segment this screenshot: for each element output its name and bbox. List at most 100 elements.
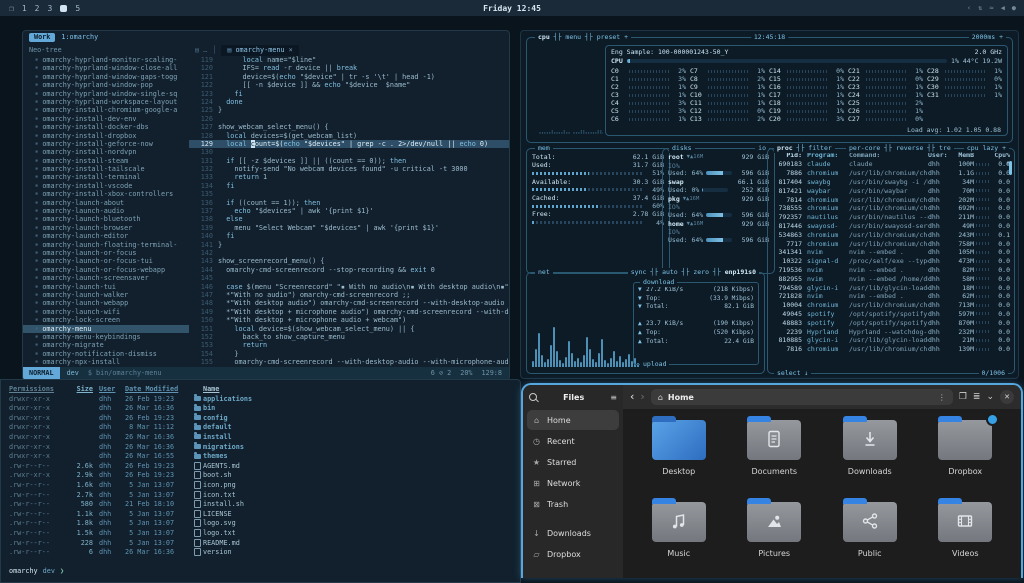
file-row[interactable]: drwxr-xr-xdhh26 Mar 16:36bin [9,404,520,414]
updates-icon[interactable]: ⇅ [978,4,982,12]
tree-item[interactable]: ▪omarchy-install-terminal [23,173,189,181]
disk-io-label[interactable]: IO% [668,228,769,235]
buffer-close-icon[interactable]: × [289,46,293,54]
sidebar-item-recent[interactable]: ◷Recent [527,431,619,451]
new-folder-button[interactable]: ❐ [959,392,967,402]
code-line[interactable]: 135 [189,190,509,198]
file-row[interactable]: .rw-r--r--1.6kdhh 5 Jan 13:07icon.png [9,481,520,491]
core-column[interactable]: C140%C151%C161%C171%C181%C191%C203% [769,67,844,123]
net-graph-bar[interactable] [565,357,567,367]
net-graph-bar[interactable] [628,354,630,367]
proc-row[interactable]: 7816chromium/usr/lib/chromium/chrodhh139… [768,345,1014,354]
core-row[interactable]: C101% [690,91,765,99]
tree-item[interactable]: ▪omarchy-install-geforce-now [23,140,189,148]
proc-row[interactable]: 817404swaybg/usr/bin/swaybg -i /hodhh34M… [768,178,1014,187]
folder-item-desktop[interactable]: Desktop [631,415,727,497]
code-line[interactable]: 122 [[ -n $device ]] && echo "$device $n… [189,81,509,89]
forward-button[interactable]: › [640,392,644,402]
net-stat-line[interactable]: ▼Top:(33.9 Mibps) [638,295,754,304]
core-column[interactable]: C02%C13%C21%C31%C43%C53%C61% [611,67,686,123]
proc-row[interactable]: 810885glycin-i/usr/lib/glycin-loaderdhh2… [768,336,1014,345]
code-line[interactable]: 137 echo "$devices" | awk '{print $1}' [189,207,509,215]
disk-used-row[interactable]: Used: 64%596 GiB [668,169,769,178]
code-line[interactable]: 128 local devices=$(get_webcam_list) [189,132,509,140]
proc-row[interactable]: 817446swayosd-/usr/bin/swayosd-servedhh4… [768,222,1014,231]
core-column[interactable]: C71%C82%C91%C101%C111%C120%C132% [690,67,765,123]
core-row[interactable]: C290% [927,75,1002,83]
tree-item[interactable]: ▪omarchy-launch-walker [23,291,189,299]
file-row[interactable]: .rw-r--r--580dhh21 Feb 18:10install.sh [9,500,520,510]
disk-name-row[interactable]: swap66.1 GiB [668,178,769,187]
file-row[interactable]: .rw-r--r--1.5kdhh 5 Jan 13:07logo.txt [9,529,520,539]
tree-item[interactable]: ▪omarchy-launch-about [23,199,189,207]
wifi-icon[interactable]: ≈ [989,4,993,12]
net-graph-bar[interactable] [568,341,570,367]
mem-stat[interactable]: Available:30.3 GiB [532,178,664,186]
column-header[interactable]: Name [203,385,219,395]
code-line[interactable]: 119 local name="$line" [189,56,509,64]
tree-item[interactable]: ▪omarchy-launch-floating-terminal- [23,241,189,249]
code-line[interactable]: 139 menu "Select Webcam" "$devices" | aw… [189,224,509,232]
disk-name-row[interactable]: home▼▲16M929 GiB [668,219,769,228]
tree-item[interactable]: ▪omarchy-launch-editor [23,232,189,240]
core-row[interactable]: C31% [611,91,686,99]
sidebar-item-home[interactable]: ⌂Home [527,410,619,430]
tree-item[interactable]: ▪omarchy-migrate [23,341,189,349]
file-row[interactable]: .rw-r--r--2.7kdhh 5 Jan 13:07icon.txt [9,491,520,501]
mem-meter[interactable]: 51% [532,169,664,177]
proc-row[interactable]: 48883spotify/opt/spotify/spotifydhh870M0… [768,318,1014,327]
net-graph-bar[interactable] [601,339,603,367]
core-row[interactable]: C220% [848,75,923,83]
tree-item[interactable]: ▪omarchy-menu-keybindings [23,333,189,341]
core-row[interactable]: C120% [690,107,765,115]
net-graph-bar[interactable] [592,359,594,367]
chevron-left-icon[interactable]: ‹ [967,4,971,12]
view-list-button[interactable]: ≣ [973,392,981,402]
folder-item-downloads[interactable]: Downloads [822,415,918,497]
tree-item[interactable]: ▪omarchy-launch-wifi [23,308,189,316]
close-button[interactable]: ✕ [1000,390,1014,404]
disk-used-row[interactable]: Used: 64%596 GiB [668,211,769,220]
code-line[interactable]: 143show_screenrecord_menu() { [189,257,509,265]
tree-item[interactable]: ▪omarchy-install-xbox-controllers [23,190,189,198]
core-row[interactable]: C61% [611,115,686,123]
tree-item[interactable]: ▪omarchy-launch-webapp [23,299,189,307]
column-header[interactable]: Date Modified [125,385,203,395]
tree-item[interactable]: ▪omarchy-npx-install [23,358,189,366]
core-row[interactable]: C171% [769,91,844,99]
file-row[interactable]: drwxr-xr-xdhh26 Feb 19:23config [9,414,520,424]
core-row[interactable]: C111% [690,99,765,107]
buffer-tab[interactable]: ▤ omarchy-menu × [221,45,298,56]
code-line[interactable]: 142 [189,249,509,257]
net-graph-bar[interactable] [625,359,627,367]
tree-item[interactable]: ▪omarchy-install-docker-dbs [23,123,189,131]
core-row[interactable]: C71% [690,67,765,75]
core-row[interactable]: C82% [690,75,765,83]
net-graph-bar[interactable] [604,360,606,367]
tree-item[interactable]: ▪omarchy-launch-audio [23,207,189,215]
code-line[interactable]: 150 *"With desktop + microphone audio + … [189,316,509,324]
column-header[interactable]: Permissions [9,385,67,395]
mem-meter[interactable]: 4% [532,219,664,227]
mem-stat[interactable]: Used:31.7 GiB [532,161,664,169]
proc-row[interactable]: 7886chromium/usr/lib/chromium/chrodhh1.1… [768,169,1014,178]
proc-row[interactable]: 792357nautilus/usr/bin/nautilus --nedhh2… [768,213,1014,222]
code-line[interactable]: 124 done [189,98,509,106]
net-graph-bar[interactable] [613,351,615,367]
search-icon[interactable] [529,393,537,401]
tree-item[interactable]: ▪omarchy-install-dev-env [23,115,189,123]
shell-prompt[interactable]: omarchy dev ❯ [9,567,520,577]
core-row[interactable]: C203% [769,115,844,123]
core-row[interactable]: C252% [848,99,923,107]
sidebar-item-downloads[interactable]: ↓Downloads [527,523,619,543]
core-row[interactable]: C231% [848,83,923,91]
tree-item[interactable]: ▪omarchy-install-dropbox [23,132,189,140]
code-line[interactable]: 141} [189,241,509,249]
tree-item[interactable]: ▪omarchy-install-nordvpn [23,148,189,156]
proc-row[interactable]: 49045spotify/opt/spotify/spotify -dhh597… [768,310,1014,319]
core-row[interactable]: C270% [848,115,923,123]
power-icon[interactable]: ● [1012,4,1016,12]
code-line[interactable]: 149 *"With desktop + microphone audio") … [189,308,509,316]
net-graph-bar[interactable] [598,353,600,367]
core-row[interactable]: C132% [690,115,765,123]
